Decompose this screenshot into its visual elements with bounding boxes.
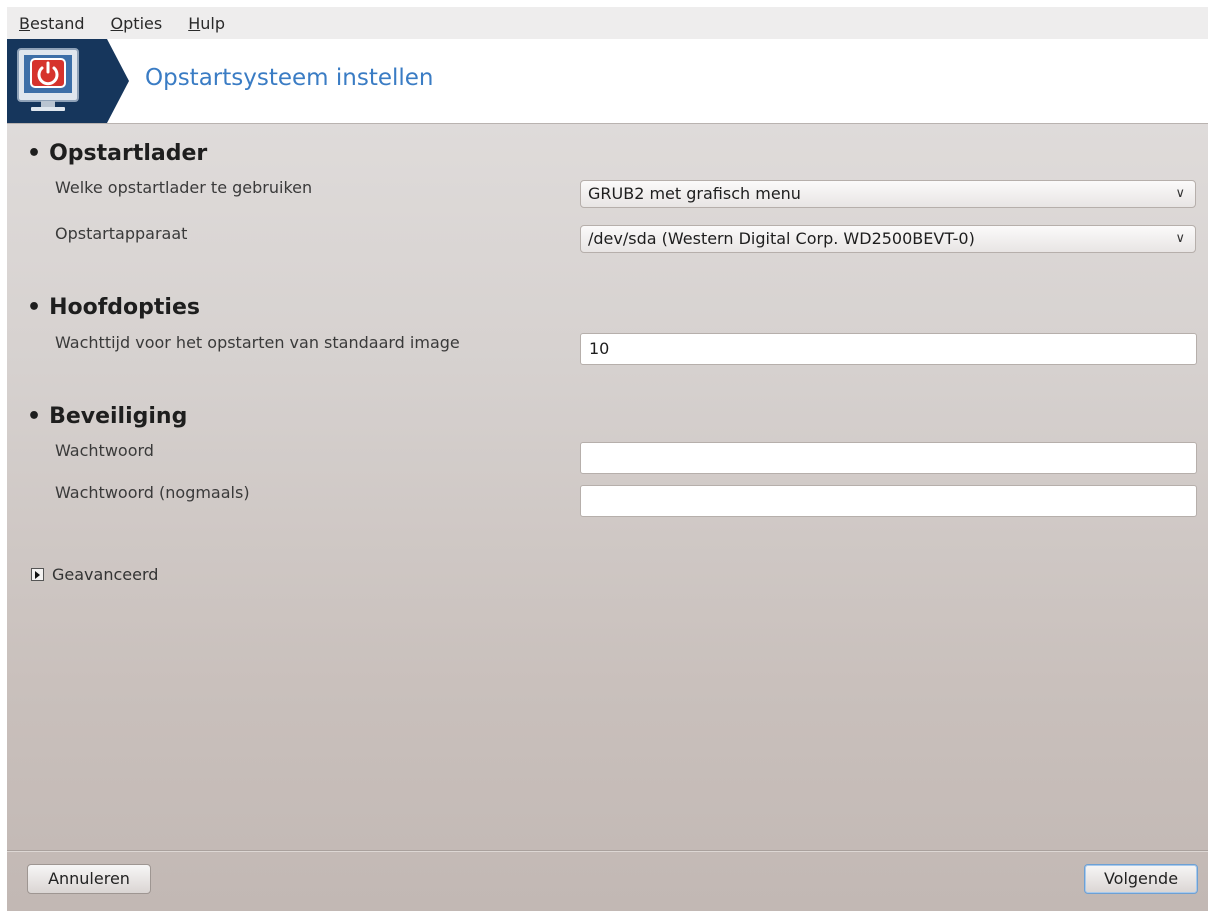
bootloader-label: Welke opstartlader te gebruiken <box>55 178 313 197</box>
menu-hulp-mnemonic: H <box>188 13 201 33</box>
password-field[interactable] <box>580 442 1197 474</box>
bootloader-select-value: GRUB2 met grafisch menu <box>588 184 801 203</box>
boot-delay-label: Wachttijd voor het opstarten van standaa… <box>55 333 460 352</box>
bullet-icon: • <box>27 404 42 429</box>
section-security-title: Beveiliging <box>49 404 188 429</box>
menu-bestand[interactable]: Bestand <box>19 14 85 33</box>
password-again-label: Wachtwoord (nogmaals) <box>55 483 250 502</box>
advanced-label: Geavanceerd <box>52 565 159 584</box>
footer-separator <box>7 850 1208 851</box>
power-monitor-icon <box>17 48 79 111</box>
chevron-down-icon: ∨ <box>1175 231 1185 246</box>
banner: Opstartsysteem instellen <box>7 39 1208 124</box>
bootloader-select[interactable]: GRUB2 met grafisch menu ∨ <box>580 180 1196 208</box>
menu-opties-label: pties <box>123 13 163 33</box>
app-window: Bestand Opties Hulp Opstartsysteem inste… <box>7 7 1208 911</box>
menubar: Bestand Opties Hulp <box>7 7 1208 39</box>
menu-hulp[interactable]: Hulp <box>188 14 225 33</box>
section-security: • Beveiliging <box>27 404 187 429</box>
next-button[interactable]: Volgende <box>1084 864 1198 894</box>
boot-delay-input[interactable]: 10 <box>580 333 1197 365</box>
password-label: Wachtwoord <box>55 441 154 460</box>
bullet-icon: • <box>27 295 42 320</box>
chevron-down-icon: ∨ <box>1175 186 1185 201</box>
boot-device-select-value: /dev/sda (Western Digital Corp. WD2500BE… <box>588 229 975 248</box>
boot-device-label: Opstartapparaat <box>55 224 188 243</box>
menu-hulp-label: ulp <box>200 13 225 33</box>
menu-bestand-mnemonic: B <box>19 13 30 33</box>
section-main-options: • Hoofdopties <box>27 295 200 320</box>
section-main-options-title: Hoofdopties <box>49 295 200 320</box>
menu-bestand-label: estand <box>29 13 85 33</box>
bullet-icon: • <box>27 141 42 166</box>
expander-arrow-icon <box>31 568 44 581</box>
banner-arrow-decoration <box>107 39 129 123</box>
cancel-button[interactable]: Annuleren <box>27 864 151 894</box>
section-bootloader-title: Opstartlader <box>49 141 208 166</box>
boot-delay-value: 10 <box>589 339 610 358</box>
menu-opties-mnemonic: O <box>110 13 124 33</box>
password-again-field[interactable] <box>580 485 1197 517</box>
page-title: Opstartsysteem instellen <box>145 65 434 91</box>
banner-logo-area <box>7 39 107 123</box>
boot-device-select[interactable]: /dev/sda (Western Digital Corp. WD2500BE… <box>580 225 1196 253</box>
advanced-expander[interactable]: Geavanceerd <box>31 565 158 584</box>
menu-opties[interactable]: Opties <box>111 14 163 33</box>
section-bootloader: • Opstartlader <box>27 141 207 166</box>
